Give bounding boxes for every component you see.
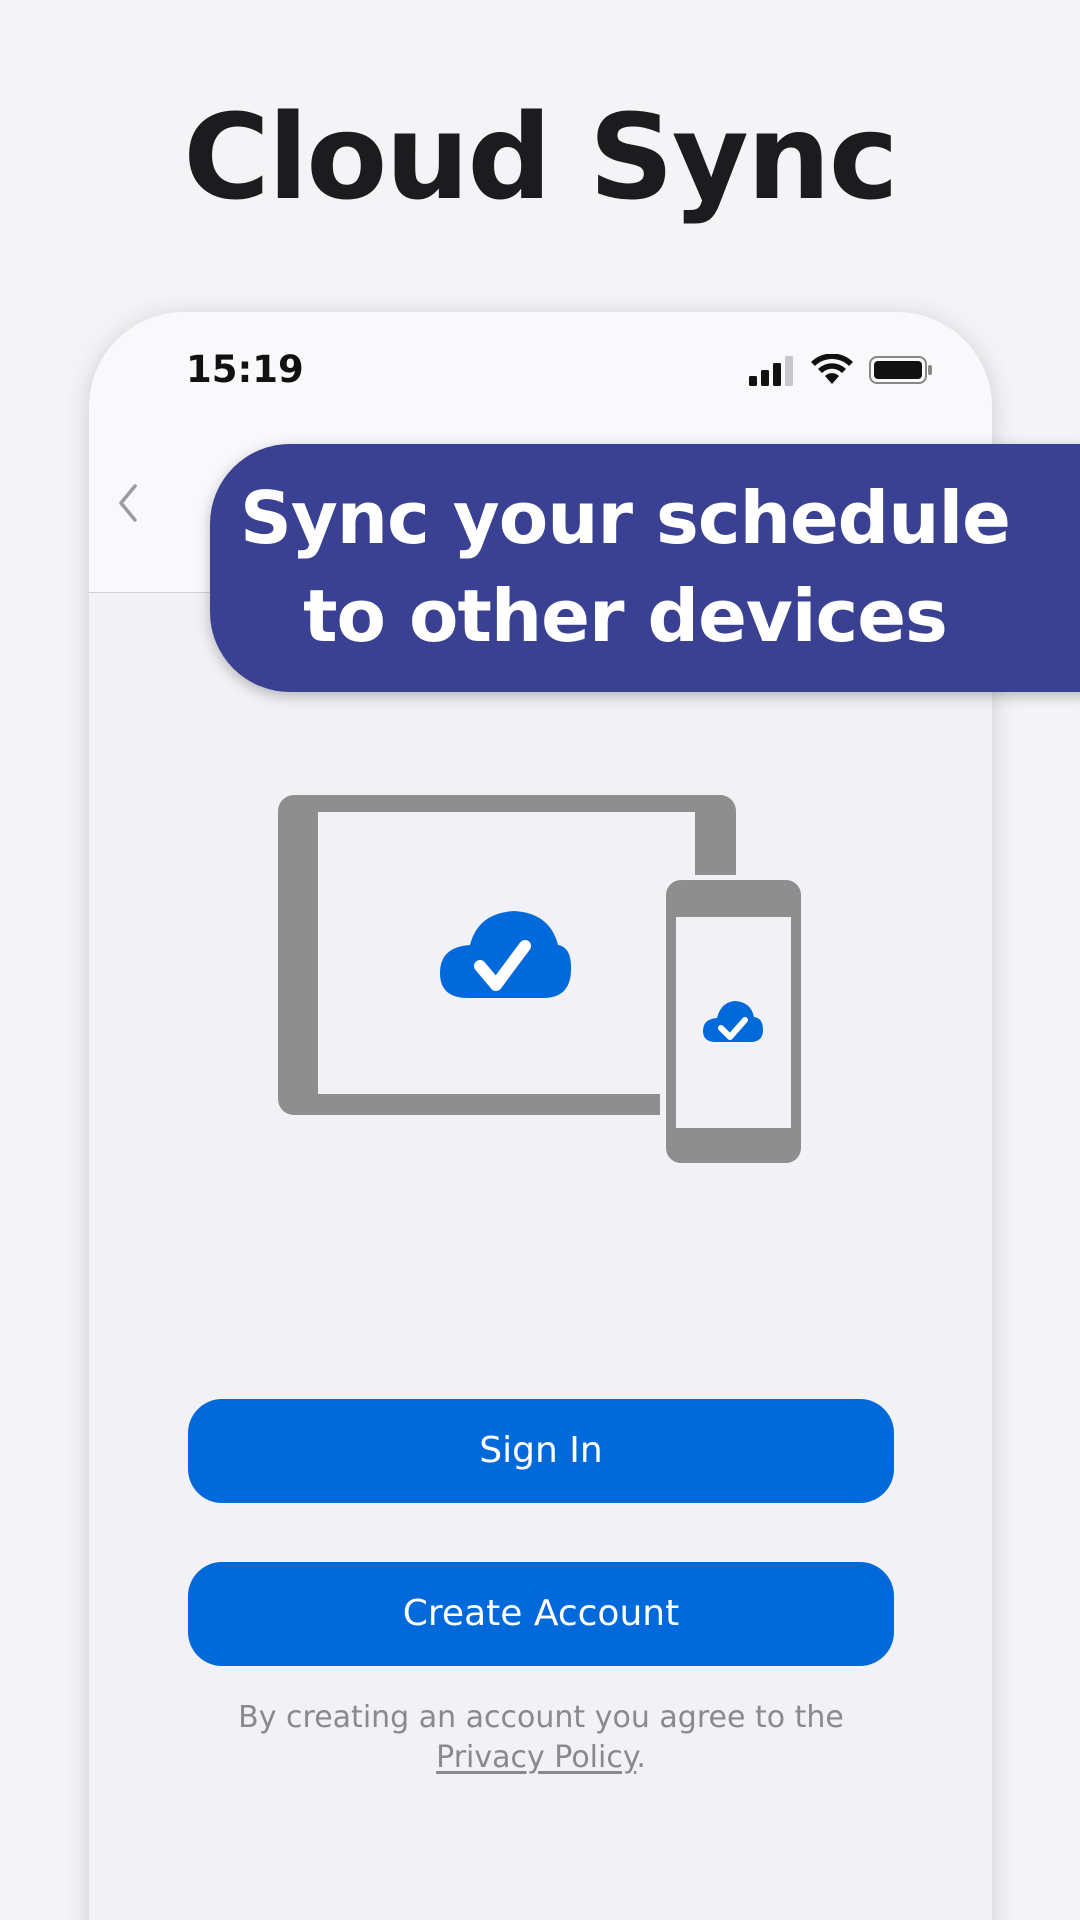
create-account-button[interactable]: Create Account: [188, 1562, 894, 1666]
privacy-policy-link[interactable]: Privacy Policy: [436, 1740, 636, 1775]
sign-in-button[interactable]: Sign In: [188, 1399, 894, 1503]
legal-suffix: .: [636, 1740, 646, 1775]
legal-notice: By creating an account you agree to the …: [188, 1698, 894, 1778]
cellular-signal-icon: [749, 356, 793, 386]
banner-line-2: to other devices: [303, 574, 948, 658]
banner-line-1: Sync your schedule: [240, 476, 1011, 560]
wifi-icon: [811, 354, 853, 384]
screenshot-page: Cloud Sync 15:19 Sync your schedule to o…: [0, 0, 1080, 1920]
sync-devices-illustration: [278, 795, 802, 1165]
legal-text: By creating an account you agree to the: [238, 1700, 844, 1735]
status-time: 15:19: [186, 348, 304, 391]
chevron-left-icon[interactable]: [113, 482, 143, 524]
page-headline: Cloud Sync: [183, 88, 899, 226]
feature-banner: Sync your schedule to other devices: [210, 444, 1080, 692]
battery-icon: [869, 356, 932, 384]
